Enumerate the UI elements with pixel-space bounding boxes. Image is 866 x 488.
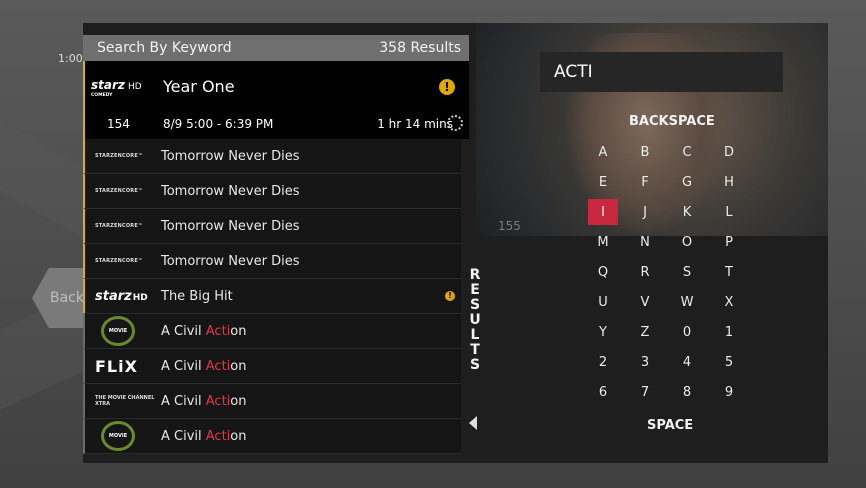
list-item-title: A Civil Action <box>161 323 247 339</box>
results-tab[interactable]: R E S U L T S <box>468 268 482 373</box>
starz-encore-logo: STARZENCORE™ <box>95 188 144 194</box>
key-z[interactable]: Z <box>630 319 660 345</box>
key-k[interactable]: K <box>672 199 702 225</box>
list-item-title: A Civil Action <box>161 358 247 374</box>
results-tab-letter: S <box>469 297 481 313</box>
list-item-title: Tomorrow Never Dies <box>161 218 300 234</box>
key-q[interactable]: Q <box>588 259 618 285</box>
key-w[interactable]: W <box>672 289 702 315</box>
selected-channel: 154 <box>107 117 130 131</box>
selected-duration: 1 hr 14 mins <box>377 117 453 131</box>
key-0[interactable]: 0 <box>672 319 702 345</box>
results-tab-letter: S <box>469 357 481 373</box>
key-a[interactable]: A <box>588 139 618 165</box>
key-5[interactable]: 5 <box>714 349 744 375</box>
key-u[interactable]: U <box>588 289 618 315</box>
key-x[interactable]: X <box>714 289 744 315</box>
list-item-title: Tomorrow Never Dies <box>161 253 300 269</box>
key-9[interactable]: 9 <box>714 379 744 405</box>
starz-encore-logo: STARZENCORE™ <box>95 223 144 229</box>
key-m[interactable]: M <box>588 229 618 255</box>
results-list: Search By Keyword 358 Results starz HD C… <box>83 35 469 455</box>
list-item[interactable]: starzHD The Big Hit ! <box>83 279 461 314</box>
results-header-title: Search By Keyword <box>97 40 232 56</box>
keyword-highlight: Acti <box>205 358 231 374</box>
warning-icon: ! <box>439 79 455 95</box>
list-item-title: A Civil Action <box>161 428 247 444</box>
starz-comedy-logo: starz HD COMEDY <box>89 77 147 99</box>
key-f[interactable]: F <box>630 169 660 195</box>
loading-spinner-icon <box>447 115 463 131</box>
key-d[interactable]: D <box>714 139 744 165</box>
starz-encore-logo: STARZENCORE™ <box>95 153 144 159</box>
list-item[interactable]: STARZENCORE™ Tomorrow Never Dies <box>83 174 461 209</box>
warning-icon: ! <box>445 291 455 301</box>
list-item[interactable]: THE MOVIE CHANNEL XTRA A Civil Action <box>83 384 461 419</box>
video-channel-number: 155 <box>498 219 521 233</box>
key-o[interactable]: O <box>672 229 702 255</box>
flix-logo: FLiX <box>95 356 138 376</box>
svg-text:starz: starz <box>91 78 126 92</box>
key-y[interactable]: Y <box>588 319 618 345</box>
key-e[interactable]: E <box>588 169 618 195</box>
key-6[interactable]: 6 <box>588 379 618 405</box>
time-label: 1:00 <box>58 52 83 65</box>
svg-text:HD: HD <box>128 82 142 92</box>
list-item[interactable]: STARZENCORE™ Tomorrow Never Dies <box>83 244 461 279</box>
key-t[interactable]: T <box>714 259 744 285</box>
selected-title: Year One <box>163 77 235 96</box>
selected-airtime: 8/9 5:00 - 6:39 PM <box>163 117 274 131</box>
list-item[interactable]: FLiX A Civil Action <box>83 349 461 384</box>
results-tab-letter: E <box>470 282 480 298</box>
key-p[interactable]: P <box>714 229 744 255</box>
list-item-title: Tomorrow Never Dies <box>161 183 300 199</box>
list-item[interactable]: MOVIE A Civil Action <box>83 314 461 349</box>
results-tab-letter: R <box>469 267 481 283</box>
keyword-highlight: Acti <box>205 323 231 339</box>
backspace-key[interactable]: BACKSPACE <box>629 114 715 129</box>
keyword-highlight: Acti <box>205 428 231 444</box>
results-tab-letter: T <box>470 342 480 358</box>
movie-channel-logo: MOVIE <box>95 421 161 451</box>
back-label: Back <box>50 290 84 306</box>
starz-hd-logo: starzHD <box>95 288 148 304</box>
key-l[interactable]: L <box>714 199 744 225</box>
key-4[interactable]: 4 <box>672 349 702 375</box>
starz-encore-logo: STARZENCORE™ <box>95 258 144 264</box>
results-rows: STARZENCORE™ Tomorrow Never Dies STARZEN… <box>83 139 461 454</box>
results-tab-letter: L <box>470 327 480 343</box>
list-item[interactable]: STARZENCORE™ Tomorrow Never Dies <box>83 139 461 174</box>
search-input[interactable]: ACTI <box>540 52 783 92</box>
results-count: 358 Results <box>379 40 461 56</box>
left-arrow-icon[interactable] <box>469 416 477 430</box>
list-item-title: The Big Hit <box>161 288 233 304</box>
svg-text:COMEDY: COMEDY <box>91 92 113 98</box>
key-v[interactable]: V <box>630 289 660 315</box>
key-c[interactable]: C <box>672 139 702 165</box>
results-tab-letter: U <box>469 312 481 328</box>
key-r[interactable]: R <box>630 259 660 285</box>
list-item-title: Tomorrow Never Dies <box>161 148 300 164</box>
selected-result[interactable]: starz HD COMEDY Year One ! 154 8/9 5:00 … <box>83 61 469 139</box>
key-g[interactable]: G <box>672 169 702 195</box>
key-1[interactable]: 1 <box>714 319 744 345</box>
results-header: Search By Keyword 358 Results <box>83 35 469 61</box>
key-2[interactable]: 2 <box>588 349 618 375</box>
key-h[interactable]: H <box>714 169 744 195</box>
list-item[interactable]: STARZENCORE™ Tomorrow Never Dies <box>83 209 461 244</box>
key-s[interactable]: S <box>672 259 702 285</box>
keyword-highlight: Acti <box>205 393 231 409</box>
key-8[interactable]: 8 <box>672 379 702 405</box>
list-item-title: A Civil Action <box>161 393 247 409</box>
key-n[interactable]: N <box>630 229 660 255</box>
key-j[interactable]: J <box>630 199 660 225</box>
key-b[interactable]: B <box>630 139 660 165</box>
key-3[interactable]: 3 <box>630 349 660 375</box>
movie-channel-xtra-logo: THE MOVIE CHANNEL XTRA <box>95 395 155 407</box>
key-7[interactable]: 7 <box>630 379 660 405</box>
space-key[interactable]: SPACE <box>647 418 693 433</box>
movie-channel-logo: MOVIE <box>95 316 161 346</box>
key-i[interactable]: I <box>588 199 618 225</box>
list-item[interactable]: MOVIE A Civil Action <box>83 419 461 454</box>
